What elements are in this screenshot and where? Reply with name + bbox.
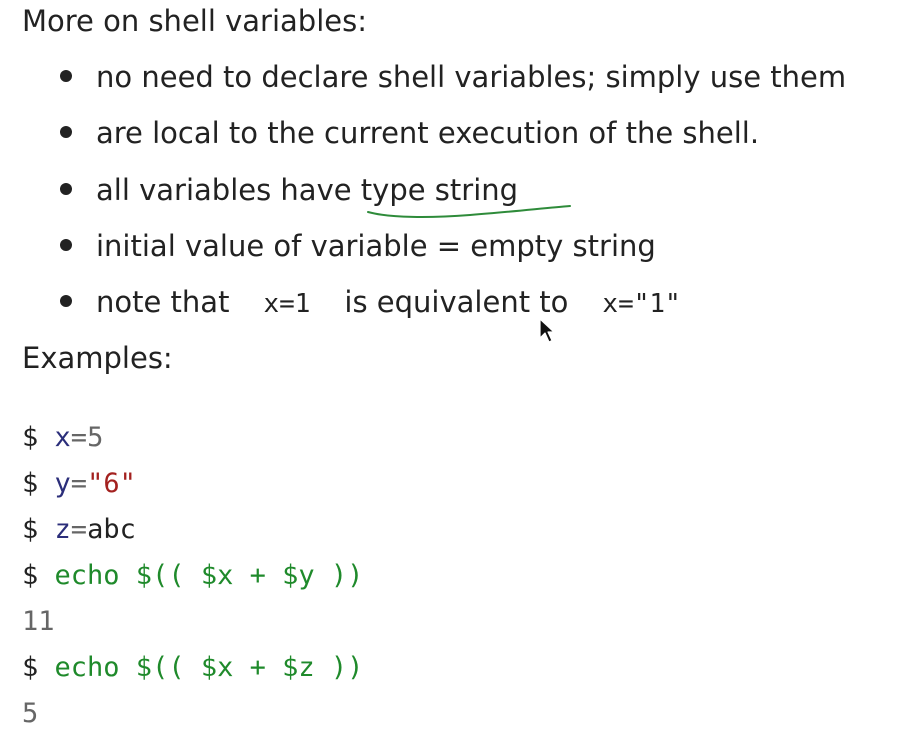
code-line: $ echo $(( $x + $z ))	[22, 648, 363, 688]
bullet-text: no need to declare shell variables; simp…	[96, 60, 847, 94]
bullet-dot-icon	[60, 295, 72, 307]
examples-heading: Examples:	[22, 341, 173, 375]
inline-code: x="1"	[602, 289, 681, 319]
command-output: 11	[22, 606, 55, 637]
code-line: $ echo $(( $x + $y ))	[22, 556, 363, 596]
assigned-value: "6"	[87, 468, 136, 499]
command-output: 5	[22, 698, 39, 729]
slide-heading: More on shell variables:	[22, 4, 367, 38]
shell-prompt: $	[22, 468, 39, 499]
shell-prompt: $	[22, 422, 39, 453]
bullet-dot-icon	[60, 239, 72, 251]
assignment-operator: =	[70, 514, 88, 545]
bullet-dot-icon	[60, 183, 72, 195]
assignment-operator: =	[70, 422, 88, 453]
bullet-text: initial value of variable = empty string	[96, 229, 656, 263]
variable-name: x	[54, 422, 71, 453]
shell-prompt: $	[22, 514, 39, 545]
bullet-text: is equivalent to	[344, 285, 569, 319]
assignment-operator: =	[70, 468, 88, 499]
shell-command: echo $(( $x + $z ))	[54, 652, 364, 683]
shell-prompt: $	[22, 560, 39, 591]
bullet-item: no need to declare shell variables; simp…	[60, 57, 846, 97]
variable-name: y	[54, 468, 71, 499]
inline-code: x=1	[263, 289, 311, 319]
assigned-value: 5	[87, 422, 104, 453]
shell-command: echo $(( $x + $y ))	[54, 560, 364, 591]
variable-name: z	[54, 514, 71, 545]
assigned-value: abc	[87, 514, 136, 545]
bullet-text: all variables have	[96, 173, 361, 207]
code-line: $ y="6"	[22, 464, 136, 504]
bullet-text: are local to the current execution of th…	[96, 116, 760, 150]
mouse-cursor-icon	[539, 318, 555, 343]
code-line: $ z=abc	[22, 510, 136, 550]
bullet-item: are local to the current execution of th…	[60, 113, 759, 153]
bullet-dot-icon	[60, 126, 72, 138]
shell-prompt: $	[22, 652, 39, 683]
bullet-dot-icon	[60, 70, 72, 82]
handwritten-underline-icon	[367, 205, 571, 218]
bullet-text: note that	[96, 285, 230, 319]
bullet-item: initial value of variable = empty string	[60, 226, 656, 266]
bullet-item: note that x=1 is equivalent to x="1"	[60, 282, 681, 322]
code-line: $ x=5	[22, 418, 103, 458]
